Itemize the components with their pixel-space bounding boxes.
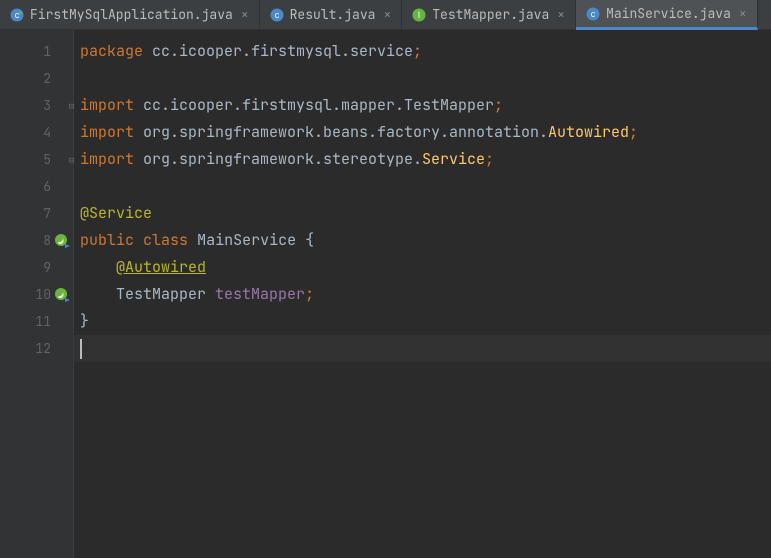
token-class-highlight: Autowired: [548, 122, 629, 142]
java-interface-icon: I: [412, 8, 426, 22]
line-number: 6: [33, 178, 51, 195]
gutter-line[interactable]: 5 ⊟: [0, 146, 73, 173]
spring-navigate-icon[interactable]: [54, 287, 70, 303]
token-semi: ;: [305, 284, 314, 304]
gutter-line[interactable]: 1: [0, 38, 73, 65]
token-keyword: public: [80, 230, 134, 250]
java-class-icon: c: [586, 7, 600, 21]
token-semi: ;: [485, 149, 494, 169]
gutter-line[interactable]: 12: [0, 335, 73, 362]
token-class-name: MainService: [197, 230, 296, 250]
gutter: 1 2 3 ⊟ 4 5 ⊟ 6 7 8 9 10: [0, 30, 74, 558]
code-line[interactable]: import org.springframework.beans.factory…: [74, 119, 771, 146]
java-class-icon: c: [270, 8, 284, 22]
svg-text:I: I: [418, 10, 421, 20]
token-field: testMapper: [215, 284, 305, 304]
token-keyword: import: [80, 149, 134, 169]
token-import-path: cc.icooper.firstmysql.mapper.TestMapper: [134, 95, 494, 115]
token-semi: ;: [494, 95, 503, 115]
token-keyword: package: [80, 41, 143, 61]
svg-text:c: c: [274, 10, 279, 20]
tab-result[interactable]: c Result.java ×: [260, 0, 403, 29]
code-line[interactable]: }: [74, 308, 771, 335]
tab-label: MainService.java: [606, 5, 731, 22]
gutter-line[interactable]: 6: [0, 173, 73, 200]
token-import-path: org.springframework.beans.factory.annota…: [134, 122, 548, 142]
token-keyword: import: [80, 95, 134, 115]
line-number: 11: [33, 313, 51, 330]
token-indent: [80, 257, 116, 277]
code-line[interactable]: public class MainService {: [74, 227, 771, 254]
close-icon[interactable]: ×: [381, 6, 393, 23]
close-icon[interactable]: ×: [737, 5, 749, 22]
line-number: 5: [33, 151, 51, 168]
code-area[interactable]: package cc.icooper.firstmysql.service; i…: [74, 30, 771, 558]
gutter-line[interactable]: 4: [0, 119, 73, 146]
code-line[interactable]: package cc.icooper.firstmysql.service;: [74, 38, 771, 65]
svg-text:c: c: [591, 9, 596, 19]
line-number: 1: [33, 43, 51, 60]
token-package: cc.icooper.firstmysql.service: [143, 41, 413, 61]
token-annotation: @Service: [80, 203, 152, 223]
token-keyword: import: [80, 122, 134, 142]
token-class-highlight: Service: [422, 149, 485, 169]
line-number: 2: [33, 70, 51, 87]
tab-label: Result.java: [290, 6, 376, 23]
gutter-line[interactable]: 8: [0, 227, 73, 254]
spring-bean-icon[interactable]: [54, 233, 70, 249]
code-editor: 1 2 3 ⊟ 4 5 ⊟ 6 7 8 9 10: [0, 30, 771, 558]
line-number: 4: [33, 124, 51, 141]
token-keyword: class: [143, 230, 188, 250]
editor-tabbar: c FirstMySqlApplication.java × c Result.…: [0, 0, 771, 30]
line-number: 9: [33, 259, 51, 276]
gutter-line[interactable]: 10: [0, 281, 73, 308]
token-brace: {: [305, 230, 314, 250]
token-type: TestMapper: [116, 284, 206, 304]
gutter-line[interactable]: 11: [0, 308, 73, 335]
close-icon[interactable]: ×: [239, 6, 251, 23]
gutter-line[interactable]: 2: [0, 65, 73, 92]
token-indent: [80, 284, 116, 304]
token-import-path: org.springframework.stereotype.: [134, 149, 422, 169]
close-icon[interactable]: ×: [555, 6, 567, 23]
gutter-line[interactable]: 9: [0, 254, 73, 281]
code-line[interactable]: [74, 173, 771, 200]
tab-test-mapper[interactable]: I TestMapper.java ×: [402, 0, 576, 29]
token-semi: ;: [413, 41, 422, 61]
line-number: 10: [33, 286, 51, 303]
gutter-line[interactable]: 7: [0, 200, 73, 227]
tab-first-mysql-application[interactable]: c FirstMySqlApplication.java ×: [0, 0, 260, 29]
code-line[interactable]: import org.springframework.stereotype.Se…: [74, 146, 771, 173]
token-annotation-warning: @Autowired: [116, 257, 206, 277]
line-number: 7: [33, 205, 51, 222]
code-line[interactable]: @Autowired: [74, 254, 771, 281]
code-line[interactable]: TestMapper testMapper;: [74, 281, 771, 308]
line-number: 8: [33, 232, 51, 249]
line-number: 12: [33, 340, 51, 357]
line-number: 3: [33, 97, 51, 114]
code-line[interactable]: [74, 65, 771, 92]
code-line[interactable]: import cc.icooper.firstmysql.mapper.Test…: [74, 92, 771, 119]
token-semi: ;: [629, 122, 638, 142]
gutter-line[interactable]: 3 ⊟: [0, 92, 73, 119]
code-line[interactable]: @Service: [74, 200, 771, 227]
tab-label: FirstMySqlApplication.java: [30, 6, 233, 23]
tab-label: TestMapper.java: [432, 6, 549, 23]
caret: [80, 339, 82, 359]
code-line-current[interactable]: [74, 335, 771, 362]
java-class-run-icon: c: [10, 8, 24, 22]
token-brace: }: [80, 311, 89, 331]
tab-main-service[interactable]: c MainService.java ×: [576, 0, 758, 30]
